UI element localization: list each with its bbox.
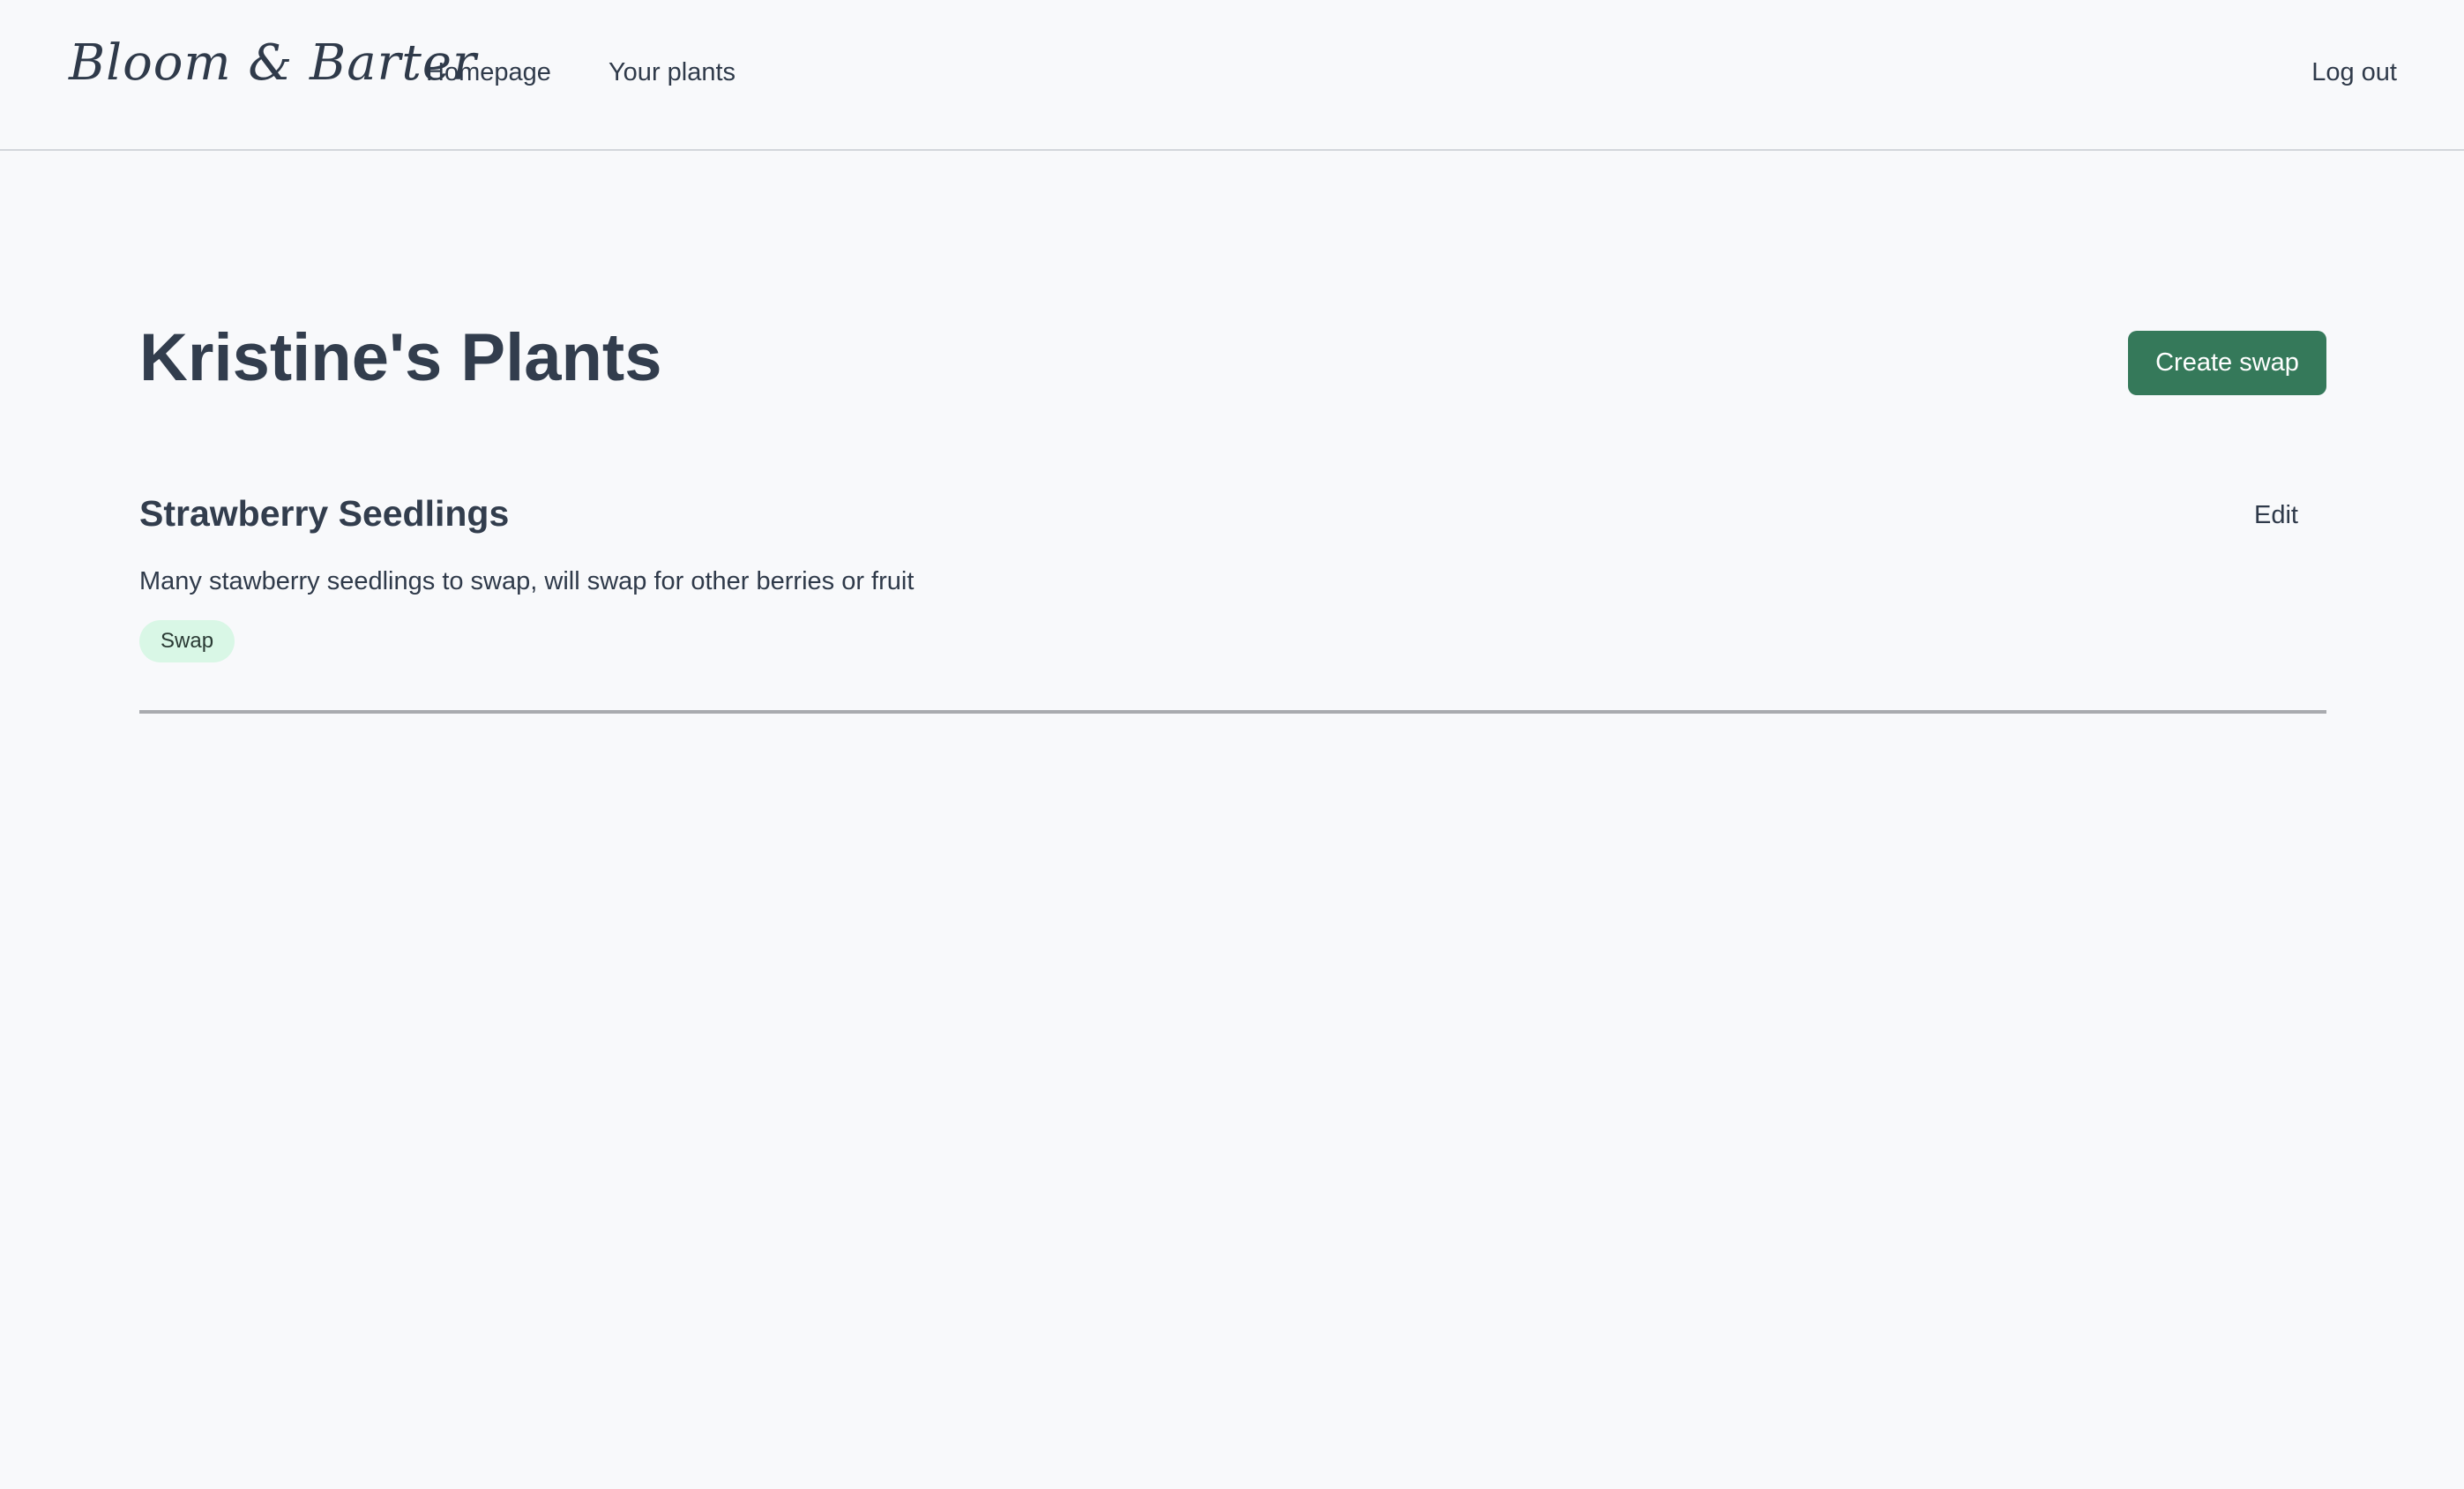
plant-list-item: Strawberry Seedlings Edit Many stawberry… [139, 490, 2326, 714]
site-logo[interactable]: Bloom & Barter [69, 39, 477, 88]
create-swap-button[interactable]: Create swap [2128, 331, 2326, 395]
logout-link[interactable]: Log out [2311, 60, 2397, 86]
edit-plant-link[interactable]: Edit [2254, 503, 2298, 528]
swap-tag-badge: Swap [139, 620, 235, 662]
nav-link-your-plants[interactable]: Your plants [609, 60, 735, 86]
plant-description: Many stawberry seedlings to swap, will s… [139, 567, 915, 595]
plant-name: Strawberry Seedlings [139, 493, 510, 534]
top-navbar: Bloom & Barter Homepage Your plants Log … [0, 0, 2464, 151]
nav-link-homepage[interactable]: Homepage [426, 60, 551, 86]
page-title: Kristine's Plants [139, 320, 662, 395]
